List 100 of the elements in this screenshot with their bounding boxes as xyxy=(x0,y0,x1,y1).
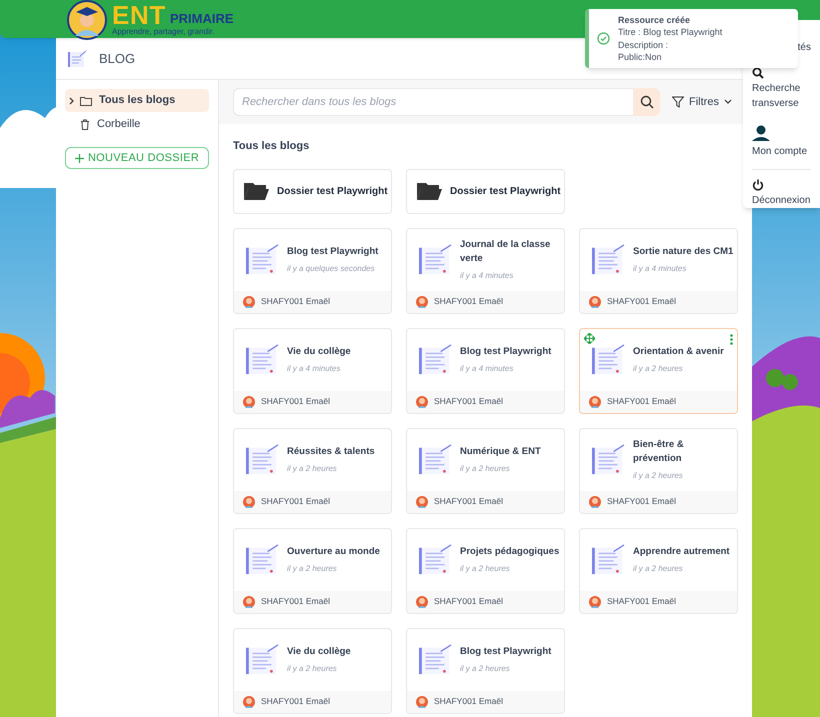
blog-time: il y a 2 heures xyxy=(633,470,684,482)
author-name: SHAFY001 Emaël xyxy=(261,495,330,508)
author-name: SHAFY001 Emaël xyxy=(607,395,676,408)
blog-title: Projets pédagogiques xyxy=(460,544,560,558)
folder-icon xyxy=(244,182,269,200)
chevron-down-icon xyxy=(724,99,732,105)
chevron-icon xyxy=(69,96,75,104)
toast-text: Description : xyxy=(618,38,670,51)
search-icon xyxy=(640,95,654,109)
blog-title: Numérique & ENT xyxy=(460,444,541,458)
author-name: SHAFY001 Emaël xyxy=(434,295,503,308)
person-icon xyxy=(752,125,770,142)
sidebar-item[interactable]: Tous les blogs xyxy=(65,89,209,112)
blog-card[interactable]: Vie du collège il y a 2 heures SHAFY001 Emaël xyxy=(233,628,392,714)
avatar-icon xyxy=(589,396,601,408)
avatar-icon xyxy=(589,496,601,508)
blog-time: il y a 2 heures xyxy=(287,662,338,674)
blog-card[interactable]: Orientation & avenir il y a 2 heures SHAFY001 Emaël xyxy=(579,328,738,414)
blog-document-icon xyxy=(244,344,280,376)
toast-text: Titre : Blog test Playwright xyxy=(618,26,722,38)
blog-card[interactable]: Blog test Playwright il y a quelques secondes SHAFY001 Emaël xyxy=(233,228,392,314)
blog-document-icon xyxy=(244,244,280,276)
success-icon xyxy=(597,32,610,45)
folder-icon xyxy=(417,182,442,200)
blog-time: il y a 2 heures xyxy=(460,462,511,474)
app-title: BLOG xyxy=(99,50,136,68)
blog-time: il y a 2 heures xyxy=(460,562,511,574)
folder-card[interactable]: Dossier test Playwright xyxy=(233,168,392,214)
author-name: SHAFY001 Emaël xyxy=(261,595,330,608)
blog-title: Bien-être & prévention xyxy=(633,438,685,466)
menu-item[interactable]: Mon compte xyxy=(752,125,811,159)
blog-card[interactable]: Vie du collège il y a 4 minutes SHAFY001 Emaël xyxy=(233,328,392,414)
avatar-icon xyxy=(243,396,255,408)
menu-item[interactable]: Recherche transverse xyxy=(752,67,811,111)
blog-app-icon xyxy=(67,50,87,68)
trash-icon xyxy=(80,119,90,130)
blog-card[interactable]: Projets pédagogiques il y a 2 heures SHAFY001 Emaël xyxy=(406,528,565,614)
author-name: SHAFY001 Emaël xyxy=(607,295,676,308)
avatar-icon xyxy=(416,596,428,608)
blog-document-icon xyxy=(417,244,453,276)
avatar-icon xyxy=(416,296,428,308)
blog-title: Journal de la classe verte xyxy=(460,238,552,266)
author-name: SHAFY001 Emaël xyxy=(261,395,330,408)
blog-document-icon xyxy=(417,544,453,576)
search-field[interactable]: Rechercher dans tous les blogs xyxy=(233,88,633,116)
blog-time: il y a 2 heures xyxy=(633,562,684,574)
blog-time: il y a 4 minutes xyxy=(633,262,688,274)
search-icon xyxy=(752,67,764,79)
section-title: Tous les blogs xyxy=(233,139,310,154)
blog-card[interactable]: Blog test Playwright il y a 4 minutes SHAFY001 Emaël xyxy=(406,328,565,414)
author-name: SHAFY001 Emaël xyxy=(434,695,503,708)
blog-document-icon xyxy=(417,344,453,376)
author-name: SHAFY001 Emaël xyxy=(434,595,503,608)
blog-card[interactable]: Blog test Playwright il y a 2 heures SHAFY001 Emaël xyxy=(406,628,565,714)
blog-card[interactable]: Apprendre autrement il y a 2 heures SHAFY001 Emaël xyxy=(579,528,738,614)
move-icon[interactable] xyxy=(584,332,595,344)
avatar-icon xyxy=(416,696,428,708)
author-name: SHAFY001 Emaël xyxy=(261,695,330,708)
blog-card[interactable]: Numérique & ENT il y a 2 heures SHAFY001 Emaël xyxy=(406,428,565,514)
plus-icon xyxy=(74,154,84,162)
blog-title: Sortie nature des CM1 xyxy=(633,244,734,258)
avatar-icon xyxy=(243,296,255,308)
blog-time: il y a 2 heures xyxy=(460,662,511,674)
blog-time: il y a 4 minutes xyxy=(460,362,514,374)
brand-tagline: Apprendre, partager, grandir. xyxy=(112,28,216,36)
blog-title: Réussites & talents xyxy=(287,444,375,458)
blog-card[interactable]: Sortie nature des CM1 il y a 4 minutes SHAFY001 Emaël xyxy=(579,228,738,314)
blog-time: il y a 4 minutes xyxy=(287,362,342,374)
blog-document-icon xyxy=(244,444,280,476)
blog-card[interactable]: Réussites & talents il y a 2 heures SHAFY001 Emaël xyxy=(233,428,392,514)
author-name: SHAFY001 Emaël xyxy=(607,595,676,608)
blog-card[interactable]: Journal de la classe verte il y a 4 minutes SHAFY001 Emaël xyxy=(406,228,565,314)
blog-title: Vie du collège xyxy=(287,344,351,358)
blog-document-icon xyxy=(244,644,280,676)
avatar-icon xyxy=(416,496,428,508)
avatar-icon xyxy=(243,496,255,508)
blog-card[interactable]: Bien-être & prévention il y a 2 heures SHAFY001 Emaël xyxy=(579,428,738,514)
blog-title: Apprendre autrement xyxy=(633,544,730,558)
toast-text: Public:Non xyxy=(618,51,663,64)
blog-document-icon xyxy=(417,444,453,476)
avatar-icon xyxy=(243,596,255,608)
brand-name: ENT xyxy=(112,2,166,28)
more-options-icon[interactable] xyxy=(730,334,733,344)
blog-time: il y a 2 heures xyxy=(287,462,338,474)
search-button[interactable] xyxy=(633,88,660,116)
blog-document-icon xyxy=(244,544,280,576)
graduate-logo-icon xyxy=(66,0,108,40)
blog-title: Vie du collège xyxy=(287,644,351,658)
brand-name: PRIMAIRE xyxy=(170,12,234,25)
blog-title: Orientation & avenir xyxy=(633,344,724,358)
blog-document-icon xyxy=(590,344,626,376)
blog-title: Blog test Playwright xyxy=(460,644,552,658)
blog-document-icon xyxy=(590,544,626,576)
blog-card[interactable]: Ouverture au monde il y a 2 heures SHAFY001 Emaël xyxy=(233,528,392,614)
avatar-icon xyxy=(589,296,601,308)
filters-button[interactable]: Filtres xyxy=(672,94,732,110)
folder-card[interactable]: Dossier test Playwright xyxy=(406,168,565,214)
blog-document-icon xyxy=(590,444,626,476)
blog-time: il y a quelques secondes xyxy=(287,262,376,274)
sidebar-item[interactable]: Corbeille xyxy=(65,113,209,136)
